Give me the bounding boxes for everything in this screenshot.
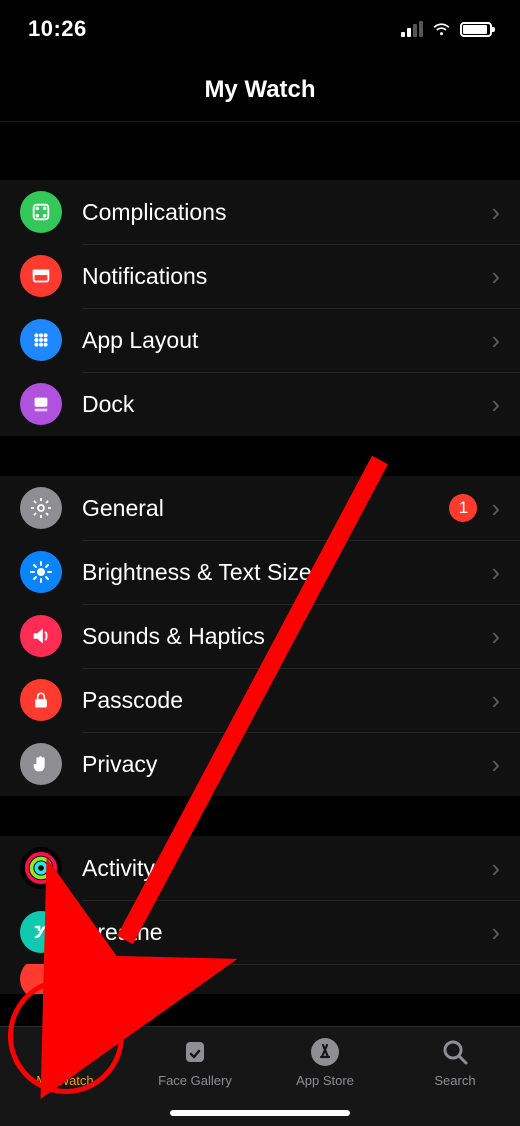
app-layout-icon: [20, 319, 62, 361]
row-label: Passcode: [82, 687, 491, 714]
row-brightness[interactable]: Brightness & Text Size ›: [0, 540, 520, 604]
tab-label: App Store: [296, 1073, 354, 1088]
chevron-right-icon: ›: [491, 917, 500, 948]
status-time: 10:26: [28, 16, 87, 42]
row-app-layout[interactable]: App Layout ›: [0, 308, 520, 372]
page-title: My Watch: [0, 58, 520, 122]
face-gallery-icon: [178, 1035, 212, 1069]
cellular-signal-icon: [401, 21, 423, 37]
row-label: Activity: [82, 855, 491, 882]
tab-badge: 1: [78, 1031, 100, 1053]
section-spacer: [0, 436, 520, 476]
settings-group-2: General 1 › Brightness & Text Size › Sou…: [0, 476, 520, 796]
lock-icon: [20, 679, 62, 721]
notifications-icon: [20, 255, 62, 297]
row-dock[interactable]: Dock ›: [0, 372, 520, 436]
speaker-icon: [20, 615, 62, 657]
settings-group-1: Complications › Notifications › App Layo…: [0, 180, 520, 436]
chevron-right-icon: ›: [491, 493, 500, 524]
row-sounds[interactable]: Sounds & Haptics ›: [0, 604, 520, 668]
tab-label: My Watch: [36, 1073, 93, 1088]
row-notifications[interactable]: Notifications ›: [0, 244, 520, 308]
row-label: Sounds & Haptics: [82, 623, 491, 650]
breathe-icon: [20, 911, 62, 953]
row-activity[interactable]: Activity ›: [0, 836, 520, 900]
row-complications[interactable]: Complications ›: [0, 180, 520, 244]
row-label: Complications: [82, 199, 491, 226]
app-icon: [20, 964, 62, 994]
tab-label: Search: [434, 1073, 475, 1088]
row-general[interactable]: General 1 ›: [0, 476, 520, 540]
row-label: Brightness & Text Size: [82, 559, 491, 586]
tab-app-store[interactable]: App Store: [260, 1035, 390, 1088]
wifi-icon: [431, 19, 452, 40]
row-breathe[interactable]: Breathe ›: [0, 900, 520, 964]
gear-icon: [20, 487, 62, 529]
chevron-right-icon: ›: [491, 685, 500, 716]
watch-icon: [48, 1035, 82, 1069]
section-spacer: [0, 796, 520, 836]
tab-search[interactable]: Search: [390, 1035, 520, 1088]
chevron-right-icon: ›: [491, 325, 500, 356]
row-label: Privacy: [82, 751, 491, 778]
section-spacer: [0, 122, 520, 180]
row-next[interactable]: [0, 964, 520, 994]
row-label: Breathe: [82, 919, 491, 946]
row-label: App Layout: [82, 327, 491, 354]
chevron-right-icon: ›: [491, 389, 500, 420]
chevron-right-icon: ›: [491, 621, 500, 652]
row-privacy[interactable]: Privacy ›: [0, 732, 520, 796]
brightness-icon: [20, 551, 62, 593]
status-bar: 10:26: [0, 0, 520, 58]
tab-face-gallery[interactable]: Face Gallery: [130, 1035, 260, 1088]
hand-icon: [20, 743, 62, 785]
tab-my-watch[interactable]: 1 My Watch: [0, 1035, 130, 1088]
battery-icon: [460, 22, 492, 37]
status-indicators: [401, 19, 492, 40]
row-label: General: [82, 495, 449, 522]
chevron-right-icon: ›: [491, 197, 500, 228]
row-label: Dock: [82, 391, 491, 418]
notification-badge: 1: [449, 494, 477, 522]
chevron-right-icon: ›: [491, 261, 500, 292]
tab-label: Face Gallery: [158, 1073, 232, 1088]
home-indicator[interactable]: [170, 1110, 350, 1116]
row-label: Notifications: [82, 263, 491, 290]
app-store-icon: [308, 1035, 342, 1069]
chevron-right-icon: ›: [491, 749, 500, 780]
settings-group-3: Activity › Breathe ›: [0, 836, 520, 994]
chevron-right-icon: ›: [491, 557, 500, 588]
chevron-right-icon: ›: [491, 853, 500, 884]
row-passcode[interactable]: Passcode ›: [0, 668, 520, 732]
complications-icon: [20, 191, 62, 233]
activity-rings-icon: [20, 847, 62, 889]
search-icon: [438, 1035, 472, 1069]
dock-icon: [20, 383, 62, 425]
